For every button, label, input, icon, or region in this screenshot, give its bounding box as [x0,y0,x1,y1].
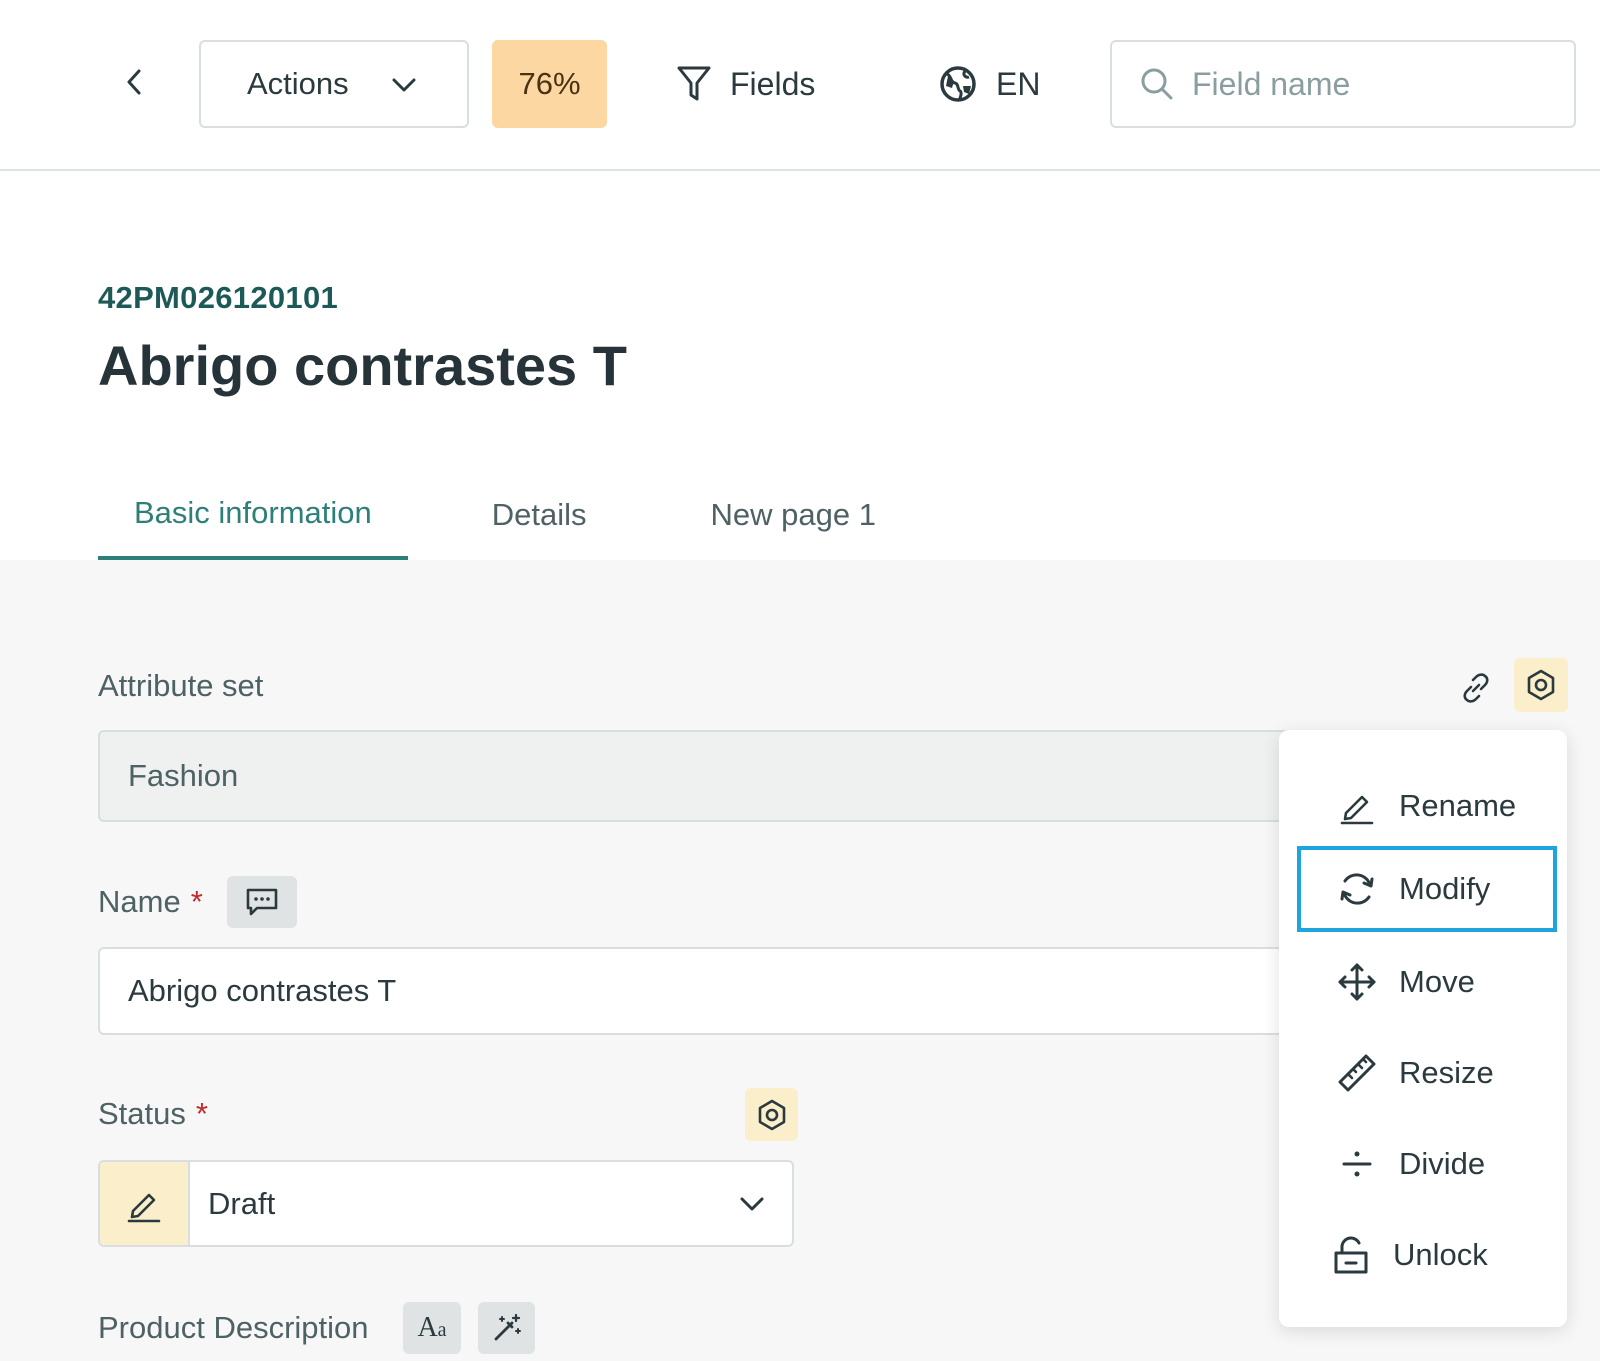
tab-basic-information[interactable]: Basic information [98,470,408,560]
attribute-set-label: Attribute set [98,668,264,703]
hexagon-settings-icon [1527,669,1555,701]
status-chevron [712,1162,792,1245]
chevron-left-icon [127,69,141,95]
text-format-button[interactable]: Aa [403,1302,461,1354]
completeness-badge[interactable]: 76% [492,40,607,128]
hexagon-settings-icon [758,1099,785,1130]
divide-icon [1335,1142,1379,1186]
menu-item-resize[interactable]: Resize [1297,1030,1557,1116]
status-label-text: Status [98,1096,186,1131]
menu-item-divide[interactable]: Divide [1297,1121,1557,1207]
required-marker: * [195,1096,208,1131]
fields-label: Fields [730,65,816,102]
link-icon [1463,673,1489,703]
status-value: Draft [208,1185,276,1221]
filter-icon [677,66,711,101]
page-tabs: Basic information Details New page 1 [98,470,876,560]
language-label: EN [996,65,1041,102]
attribute-set-field: Fashion [98,730,1318,822]
link-button[interactable] [1452,664,1500,712]
globe-icon [940,66,976,102]
menu-item-label: Unlock [1393,1237,1488,1272]
chevron-down-icon [740,1197,764,1210]
page-title: Abrigo contrastes T [98,334,627,397]
menu-item-label: Move [1399,964,1475,999]
status-select[interactable]: Draft [98,1160,794,1247]
pencil-icon [1335,784,1379,828]
menu-item-label: Modify [1399,871,1491,906]
status-label: Status * [98,1096,208,1132]
tab-new-page-1[interactable]: New page 1 [711,470,876,560]
unlock-icon [1329,1233,1373,1277]
refresh-icon [1335,867,1379,911]
name-input[interactable] [98,947,1318,1035]
chevron-down-icon [392,78,416,92]
field-search-input[interactable] [1192,65,1552,103]
menu-item-label: Rename [1399,788,1517,823]
search-icon [1141,68,1173,100]
menu-item-unlock[interactable]: Unlock [1297,1212,1557,1298]
field-search-box[interactable] [1110,40,1576,128]
context-menu: Rename Modify Move Resize Divide Unlock [1279,730,1567,1327]
menu-item-label: Resize [1399,1055,1494,1090]
name-comment-button[interactable] [227,876,297,928]
menu-item-rename[interactable]: Rename [1297,763,1557,849]
menu-item-move[interactable]: Move [1297,939,1557,1025]
name-label: Name * [98,884,203,920]
attribute-set-settings-button[interactable] [1514,658,1568,712]
comment-icon [246,888,278,916]
tab-details[interactable]: Details [492,470,587,560]
product-description-label: Product Description [98,1310,369,1345]
ruler-icon [1335,1051,1379,1095]
top-toolbar: Actions 76% Fields EN [0,0,1600,171]
ai-generate-button[interactable] [478,1302,535,1354]
status-edit-button[interactable] [100,1162,190,1245]
actions-dropdown[interactable]: Actions [199,40,469,128]
status-settings-button[interactable] [745,1088,798,1141]
product-code: 42PM026120101 [98,280,339,315]
actions-label: Actions [247,66,349,101]
fields-filter-button[interactable]: Fields [676,60,815,108]
name-label-text: Name [98,884,181,919]
language-selector[interactable]: EN [938,60,1040,108]
menu-item-modify[interactable]: Modify [1297,846,1557,932]
required-marker: * [190,884,203,919]
magic-wand-icon [494,1313,521,1341]
back-button[interactable] [112,60,156,104]
text-format-icon: Aa [417,1312,447,1343]
menu-item-label: Divide [1399,1146,1486,1181]
move-arrows-icon [1335,960,1379,1004]
pencil-icon [127,1193,161,1222]
